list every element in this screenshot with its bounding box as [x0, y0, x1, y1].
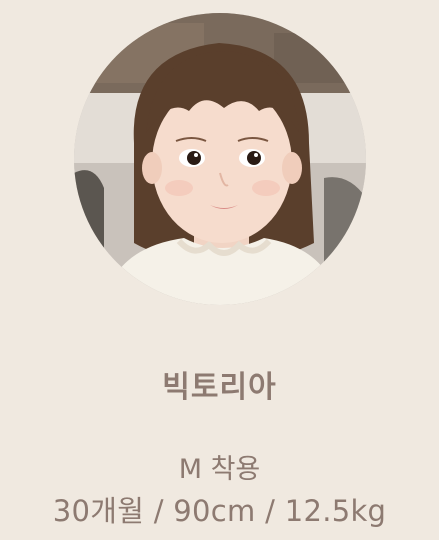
model-photo	[74, 13, 366, 305]
size-worn-label: M 착용	[178, 454, 261, 485]
model-info-card: 빅토리아 M 착용 30개월 / 90cm / 12.5kg	[0, 0, 439, 540]
model-stats: 30개월 / 90cm / 12.5kg	[52, 494, 387, 528]
model-name: 빅토리아	[162, 370, 277, 405]
child-portrait-image	[74, 13, 366, 305]
